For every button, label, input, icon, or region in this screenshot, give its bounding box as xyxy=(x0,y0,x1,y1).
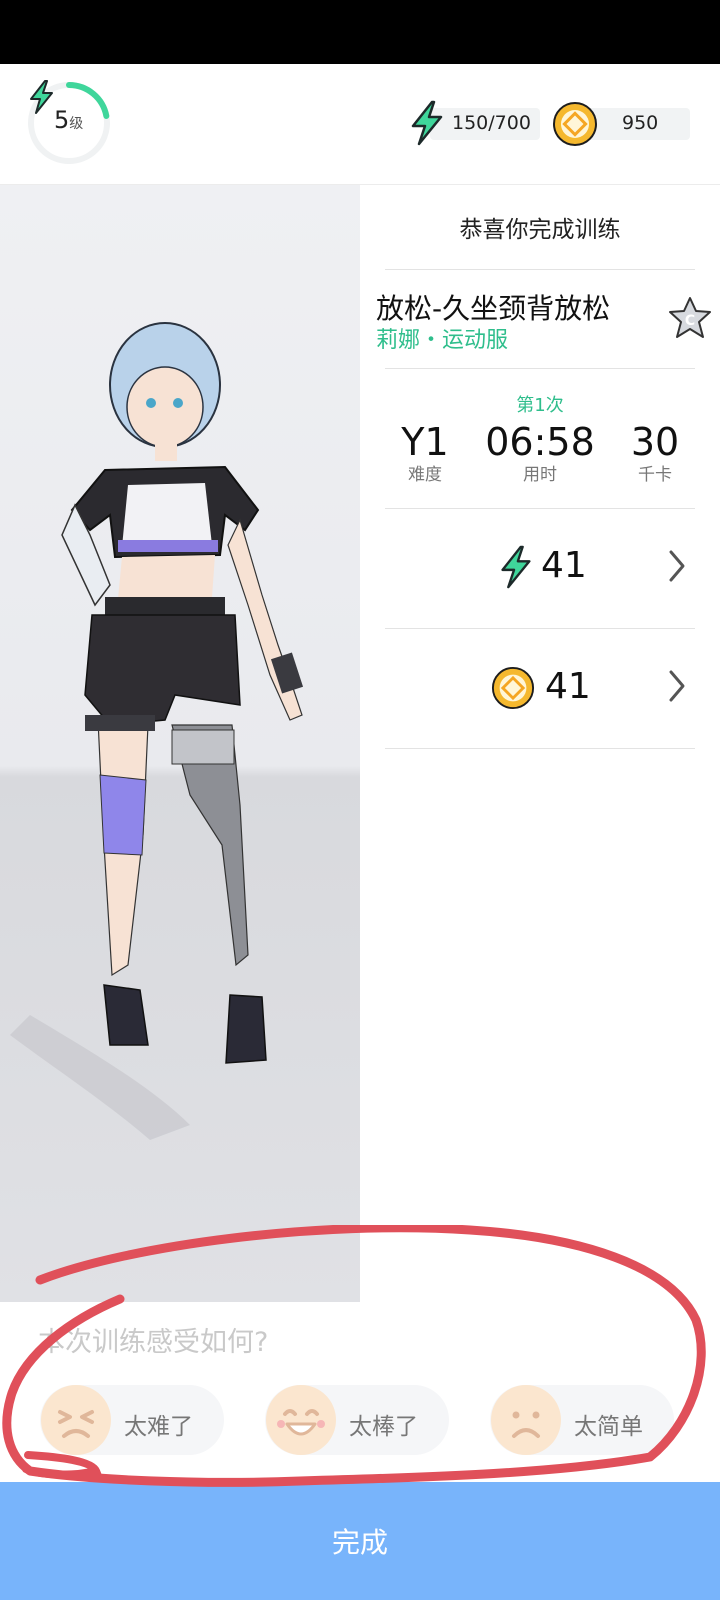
feedback-option-label: 太难了 xyxy=(124,1414,193,1440)
feedback-great-button[interactable]: 太棒了 xyxy=(265,1385,449,1455)
level-unit: 级 xyxy=(69,116,84,132)
level-value: 5 xyxy=(54,106,70,134)
feedback-option-label: 太简单 xyxy=(574,1414,643,1440)
level-indicator[interactable]: 5级 xyxy=(26,80,112,166)
feedback-too-easy-button[interactable]: 太简单 xyxy=(490,1385,674,1455)
divider xyxy=(385,748,695,749)
happy-face-icon xyxy=(266,1385,336,1455)
done-button-label: 完成 xyxy=(331,1526,388,1559)
stat-value: Y1 xyxy=(401,420,449,464)
frustrated-face-icon xyxy=(41,1385,111,1455)
status-bar xyxy=(0,0,720,64)
lightning-icon xyxy=(411,100,443,146)
stat-duration: 06:58 用时 xyxy=(485,420,595,486)
stat-difficulty: Y1 难度 xyxy=(370,420,480,486)
stat-label: 用时 xyxy=(523,465,557,485)
stat-label: 千卡 xyxy=(638,465,672,485)
feedback-question: 本次训练感受如何? xyxy=(38,1327,269,1358)
feedback-option-label: 太棒了 xyxy=(349,1414,418,1440)
chevron-right-icon xyxy=(669,670,685,702)
level-label: 5级 xyxy=(54,106,83,134)
feedback-too-hard-button[interactable]: 太难了 xyxy=(40,1385,224,1455)
chevron-right-icon xyxy=(669,550,685,582)
character-render xyxy=(0,185,360,1302)
reward-energy-value: 41 xyxy=(541,545,587,586)
character-outfit: 莉娜・运动服 xyxy=(376,328,509,353)
reward-coin-value: 41 xyxy=(545,666,591,707)
grade-badge[interactable]: C xyxy=(668,296,712,340)
stat-value: 30 xyxy=(630,420,680,464)
coin-icon xyxy=(553,102,597,146)
reward-energy-row[interactable]: 41 xyxy=(385,509,695,625)
completion-title: 恭喜你完成训练 xyxy=(459,217,621,243)
stat-label: 难度 xyxy=(408,465,442,485)
divider xyxy=(385,269,695,270)
stat-calories: 30 千卡 xyxy=(600,420,710,486)
attempt-count: 第1次 xyxy=(516,395,564,416)
stat-value: 06:58 xyxy=(485,420,595,464)
character-illustration xyxy=(10,322,304,1140)
energy-value: 150/700 xyxy=(452,112,531,134)
badge-letter: C xyxy=(685,313,695,329)
lightning-icon xyxy=(501,545,531,589)
divider xyxy=(385,368,695,369)
sad-face-icon xyxy=(491,1385,561,1455)
coin-value: 950 xyxy=(622,112,659,134)
reward-coin-row[interactable]: 41 xyxy=(385,629,695,745)
lightning-icon xyxy=(30,80,53,114)
course-name: 放松-久坐颈背放松 xyxy=(376,292,611,325)
coin-icon xyxy=(491,666,535,710)
